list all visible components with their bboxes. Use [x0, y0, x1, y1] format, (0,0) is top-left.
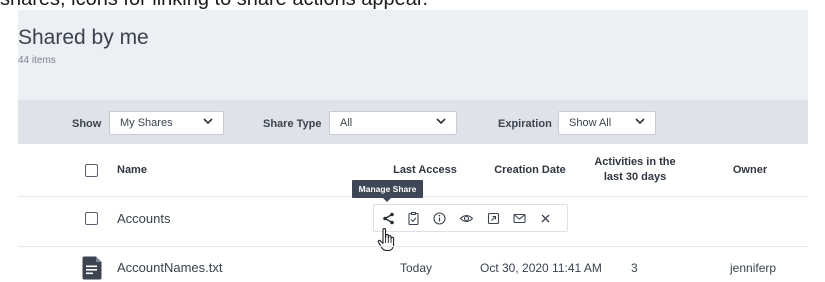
eye-icon[interactable] [459, 211, 474, 226]
chevron-down-icon [635, 118, 645, 125]
row-actions-toolbar [373, 204, 568, 232]
column-header-owner[interactable]: Owner [720, 163, 780, 178]
open-external-icon[interactable] [486, 211, 501, 226]
select-all-checkbox[interactable] [85, 164, 98, 177]
column-header-name[interactable]: Name [117, 163, 147, 178]
row-owner: jenniferp [730, 261, 777, 275]
expiration-label: Expiration [498, 118, 552, 130]
chevron-down-icon [203, 118, 213, 125]
text-file-icon [82, 256, 102, 280]
show-label: Show [72, 118, 102, 130]
row-name[interactable]: Accounts [117, 211, 170, 226]
column-header-creation-date[interactable]: Creation Date [485, 163, 575, 178]
row-divider [18, 246, 808, 247]
expiration-select-value: Show All [569, 117, 612, 129]
page-title: Shared by me [18, 26, 149, 49]
column-header-activities-line2: last 30 days [603, 171, 667, 183]
close-icon[interactable] [538, 211, 553, 226]
share-icon[interactable] [381, 211, 396, 226]
row-name[interactable]: AccountNames.txt [117, 260, 223, 275]
chevron-down-icon [436, 118, 446, 125]
show-select[interactable]: My Shares [109, 111, 224, 135]
expiration-select[interactable]: Show All [558, 111, 656, 135]
row-activities: 3 [631, 261, 638, 275]
row-creation-date: Oct 30, 2020 11:41 AM [480, 261, 602, 275]
mail-icon[interactable] [512, 211, 527, 226]
share-type-select[interactable]: All [329, 111, 457, 135]
share-type-select-value: All [340, 117, 353, 129]
hand-pointer-icon [377, 227, 395, 252]
column-header-activities-line1: Activities in the [594, 156, 676, 168]
info-icon[interactable] [432, 211, 447, 226]
column-header-activities[interactable]: Activities in the last 30 days [585, 155, 685, 185]
show-select-value: My Shares [120, 117, 173, 129]
clipboard-check-icon[interactable] [406, 211, 421, 226]
manage-share-tooltip: Manage Share [352, 180, 423, 202]
row-checkbox[interactable] [85, 212, 98, 225]
share-type-label: Share Type [263, 118, 322, 130]
column-header-last-access[interactable]: Last Access [380, 163, 470, 178]
row-last-access: Today [400, 261, 433, 275]
header-panel [18, 10, 808, 100]
item-count: 44 items [18, 55, 56, 66]
